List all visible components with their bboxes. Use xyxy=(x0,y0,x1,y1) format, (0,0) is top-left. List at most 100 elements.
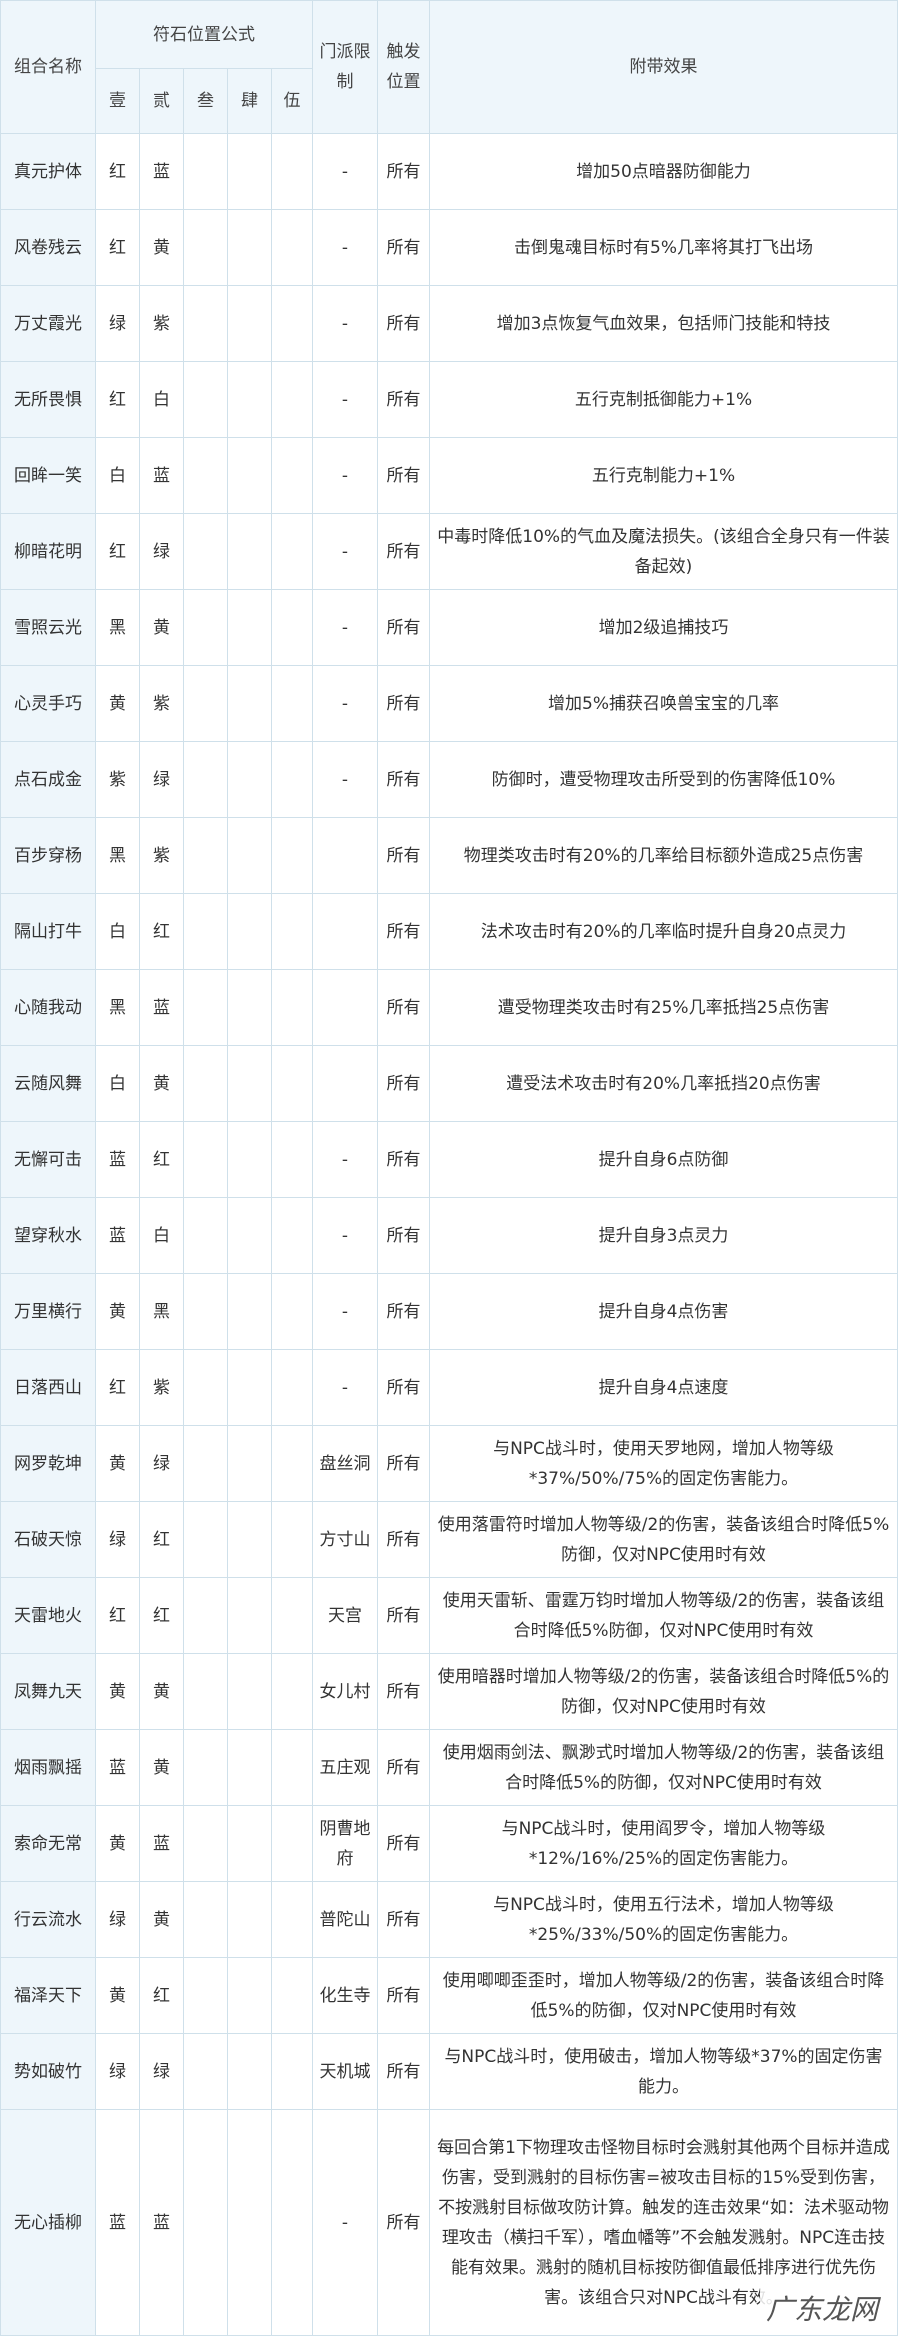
row-sect xyxy=(312,1045,378,1122)
row-sect: - xyxy=(312,1349,378,1426)
row-effect: 使用暗器时增加人物等级/2的伤害，装备该组合时降低5%的防御，仅对NPC使用时有… xyxy=(429,1653,898,1730)
row-position-1: 黑 xyxy=(95,589,140,666)
row-position-4 xyxy=(227,2033,272,2110)
row-position-2: 黄 xyxy=(139,589,184,666)
header-position-3: 叁 xyxy=(183,68,228,134)
row-position-5 xyxy=(271,2109,313,2336)
row-sect: - xyxy=(312,209,378,286)
row-sect: 阴曹地府 xyxy=(312,1805,378,1882)
row-position-3 xyxy=(183,1577,228,1654)
row-effect: 增加3点恢复气血效果，包括师门技能和特技 xyxy=(429,285,898,362)
row-position-3 xyxy=(183,589,228,666)
row-position-5 xyxy=(271,969,313,1046)
row-position-2: 紫 xyxy=(139,285,184,362)
table-row: 风卷残云红黄 - 所有 击倒鬼魂目标时有5%几率将其打飞出场 xyxy=(0,209,898,286)
table-row: 行云流水绿黄 普陀山 所有 与NPC战斗时，使用五行法术，增加人物等级*25%/33%… xyxy=(0,1881,898,1958)
row-position-3 xyxy=(183,1501,228,1578)
row-trigger: 所有 xyxy=(377,1881,430,1958)
row-position-5 xyxy=(271,1577,313,1654)
row-name: 网罗乾坤 xyxy=(0,1425,96,1502)
row-position-1: 黑 xyxy=(95,969,140,1046)
row-position-2: 绿 xyxy=(139,741,184,818)
row-sect: 普陀山 xyxy=(312,1881,378,1958)
row-sect xyxy=(312,817,378,894)
row-trigger: 所有 xyxy=(377,361,430,438)
header-effect: 附带效果 xyxy=(429,0,898,134)
row-position-2: 绿 xyxy=(139,2033,184,2110)
table-row: 无懈可击蓝红 - 所有 提升自身6点防御 xyxy=(0,1121,898,1198)
row-position-2: 白 xyxy=(139,1197,184,1274)
table-row: 天雷地火红红 天宫 所有 使用天雷斩、雷霆万钧时增加人物等级/2的伤害，装备该组合时降… xyxy=(0,1577,898,1654)
table-row: 烟雨飘摇蓝黄 五庄观 所有 使用烟雨剑法、飘渺式时增加人物等级/2的伤害，装备该组合时… xyxy=(0,1729,898,1806)
row-sect xyxy=(312,969,378,1046)
row-position-5 xyxy=(271,665,313,742)
row-position-4 xyxy=(227,1425,272,1502)
header-trigger: 触发位置 xyxy=(377,0,430,134)
row-trigger: 所有 xyxy=(377,1653,430,1730)
row-position-5 xyxy=(271,1349,313,1426)
row-position-5 xyxy=(271,1045,313,1122)
row-name: 无心插柳 xyxy=(0,2109,96,2336)
row-name: 万里横行 xyxy=(0,1273,96,1350)
header-name: 组合名称 xyxy=(0,0,96,134)
row-sect: - xyxy=(312,437,378,514)
row-sect: - xyxy=(312,361,378,438)
row-position-2: 蓝 xyxy=(139,133,184,210)
row-trigger: 所有 xyxy=(377,513,430,590)
row-sect: 天机城 xyxy=(312,2033,378,2110)
row-position-4 xyxy=(227,1045,272,1122)
row-position-4 xyxy=(227,1881,272,1958)
row-position-2: 黄 xyxy=(139,1881,184,1958)
row-effect: 与NPC战斗时，使用天罗地网，增加人物等级*37%/50%/75%的固定伤害能力… xyxy=(429,1425,898,1502)
row-position-1: 白 xyxy=(95,893,140,970)
row-position-1: 红 xyxy=(95,1349,140,1426)
table-row: 万丈霞光绿紫 - 所有 增加3点恢复气血效果，包括师门技能和特技 xyxy=(0,285,898,362)
row-sect: - xyxy=(312,1121,378,1198)
row-sect: - xyxy=(312,2109,378,2336)
row-trigger: 所有 xyxy=(377,1501,430,1578)
row-position-1: 黄 xyxy=(95,1653,140,1730)
row-sect: - xyxy=(312,513,378,590)
row-position-5 xyxy=(271,741,313,818)
row-sect: 天宫 xyxy=(312,1577,378,1654)
row-name: 柳暗花明 xyxy=(0,513,96,590)
row-name: 点石成金 xyxy=(0,741,96,818)
row-effect: 增加50点暗器防御能力 xyxy=(429,133,898,210)
row-position-2: 黄 xyxy=(139,1045,184,1122)
row-position-4 xyxy=(227,969,272,1046)
row-position-2: 蓝 xyxy=(139,2109,184,2336)
row-position-5 xyxy=(271,1425,313,1502)
row-trigger: 所有 xyxy=(377,1577,430,1654)
row-effect: 提升自身4点伤害 xyxy=(429,1273,898,1350)
row-name: 雪照云光 xyxy=(0,589,96,666)
row-position-1: 红 xyxy=(95,361,140,438)
row-position-1: 黄 xyxy=(95,1957,140,2034)
row-sect: - xyxy=(312,1197,378,1274)
row-position-4 xyxy=(227,893,272,970)
row-effect: 击倒鬼魂目标时有5%几率将其打飞出场 xyxy=(429,209,898,286)
row-position-5 xyxy=(271,1121,313,1198)
row-position-2: 白 xyxy=(139,361,184,438)
row-trigger: 所有 xyxy=(377,893,430,970)
row-position-3 xyxy=(183,1881,228,1958)
row-trigger: 所有 xyxy=(377,1805,430,1882)
row-sect xyxy=(312,893,378,970)
row-position-4 xyxy=(227,1957,272,2034)
row-effect: 使用天雷斩、雷霆万钧时增加人物等级/2的伤害，装备该组合时降低5%防御，仅对NP… xyxy=(429,1577,898,1654)
row-sect: 五庄观 xyxy=(312,1729,378,1806)
row-position-1: 蓝 xyxy=(95,1197,140,1274)
row-position-5 xyxy=(271,1273,313,1350)
table-row: 点石成金紫绿 - 所有 防御时，遭受物理攻击所受到的伤害降低10% xyxy=(0,741,898,818)
table-row: 索命无常黄蓝 阴曹地府 所有 与NPC战斗时，使用阎罗令，增加人物等级*12%/16%… xyxy=(0,1805,898,1882)
row-position-1: 白 xyxy=(95,1045,140,1122)
row-position-1: 绿 xyxy=(95,285,140,362)
row-name: 日落西山 xyxy=(0,1349,96,1426)
row-position-1: 蓝 xyxy=(95,1121,140,1198)
row-position-2: 红 xyxy=(139,893,184,970)
row-position-2: 蓝 xyxy=(139,969,184,1046)
row-position-2: 紫 xyxy=(139,817,184,894)
row-effect: 增加2级追捕技巧 xyxy=(429,589,898,666)
table-row: 柳暗花明红绿 - 所有 中毒时降低10%的气血及魔法损失。(该组合全身只有一件装备起效… xyxy=(0,513,898,590)
row-position-5 xyxy=(271,2033,313,2110)
row-position-5 xyxy=(271,1729,313,1806)
